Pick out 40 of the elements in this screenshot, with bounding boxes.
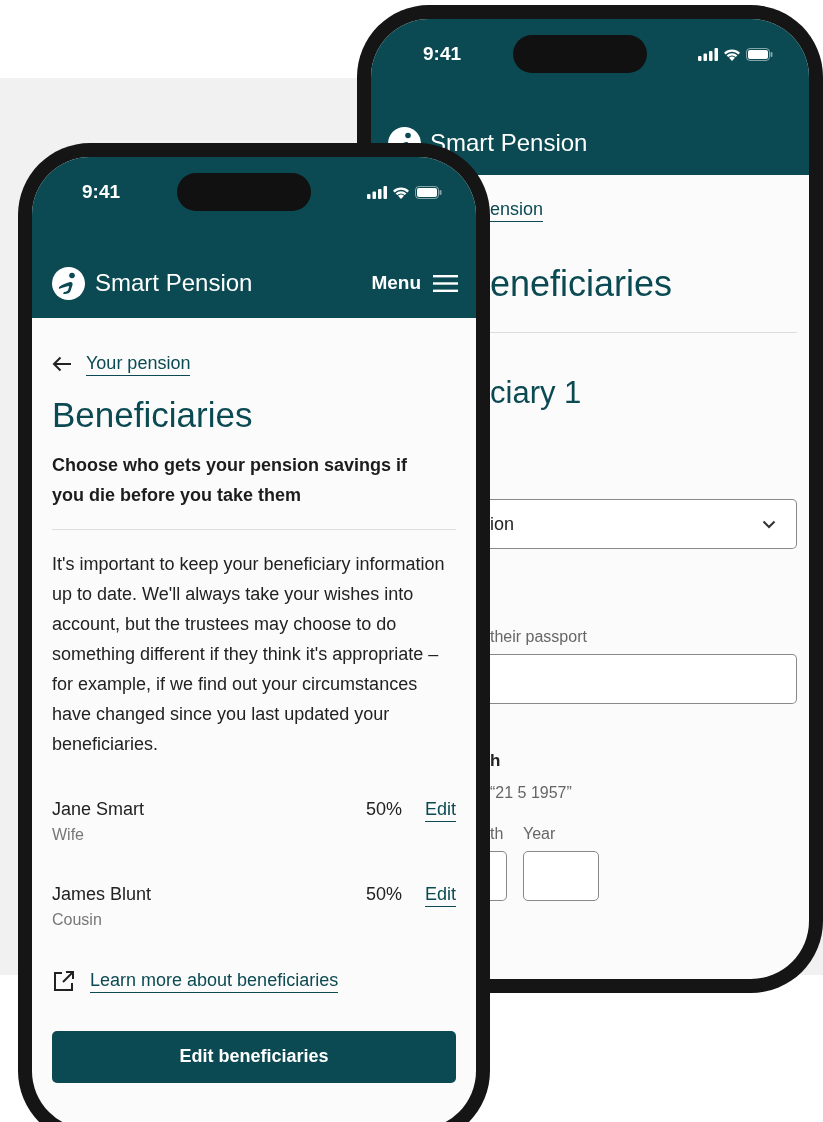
field-hint: “21 5 1957” — [490, 783, 573, 803]
beneficiary-relation: Cousin — [52, 910, 103, 930]
back-arrow-icon — [52, 355, 72, 372]
text-field[interactable] — [490, 654, 797, 704]
edit-link[interactable]: Edit — [424, 797, 456, 822]
page-title: eneficiaries — [490, 264, 674, 304]
status-time: 9:41 — [423, 41, 462, 66]
info-paragraph: It's important to keep your beneficiary information up to date. We'll always take your wishes into account, but the trustees may choose to do something different if they think it's appropriate – for example, if we find out your circumstances have changed since you last updated your beneficiaries. — [52, 553, 446, 756]
learn-more-link[interactable]: Learn more about beneficiaries — [90, 968, 339, 993]
signal-icon — [367, 185, 387, 199]
beneficiary-name: Jane Smart — [52, 798, 145, 821]
share-percentage: 50% — [365, 798, 402, 821]
section-title: ciary 1 — [490, 375, 583, 411]
field-label: h — [490, 750, 502, 772]
signal-icon — [698, 47, 718, 61]
share-percentage: 50% — [365, 883, 402, 906]
wifi-icon — [392, 185, 410, 199]
page-subtitle: Choose who gets your pension savings if you die before you take them — [52, 454, 409, 507]
status-time: 9:41 — [82, 179, 121, 204]
wifi-icon — [723, 47, 741, 61]
page-title: Beneficiaries — [52, 395, 254, 435]
edit-beneficiaries-button[interactable]: Edit beneficiaries — [52, 1031, 456, 1083]
field-hint: their passport — [490, 627, 588, 647]
back-link[interactable]: Your pension — [86, 351, 191, 376]
edit-link[interactable]: Edit — [424, 882, 456, 907]
beneficiary-name: James Blunt — [52, 883, 152, 906]
brand-name: Smart Pension — [95, 268, 253, 298]
battery-icon — [415, 185, 442, 199]
external-link-icon — [52, 968, 76, 993]
battery-icon — [746, 47, 773, 61]
beneficiary-relation: Wife — [52, 825, 85, 845]
date-field[interactable] — [490, 851, 507, 901]
logo-icon — [52, 266, 85, 300]
select-field[interactable]: ion — [490, 499, 797, 549]
chevron-icon — [762, 519, 776, 529]
menu-icon — [433, 274, 458, 292]
date-field[interactable] — [523, 851, 599, 901]
date-label: th — [490, 824, 505, 844]
date-label: Year — [523, 824, 557, 844]
menu-button[interactable]: Menu — [371, 268, 458, 298]
